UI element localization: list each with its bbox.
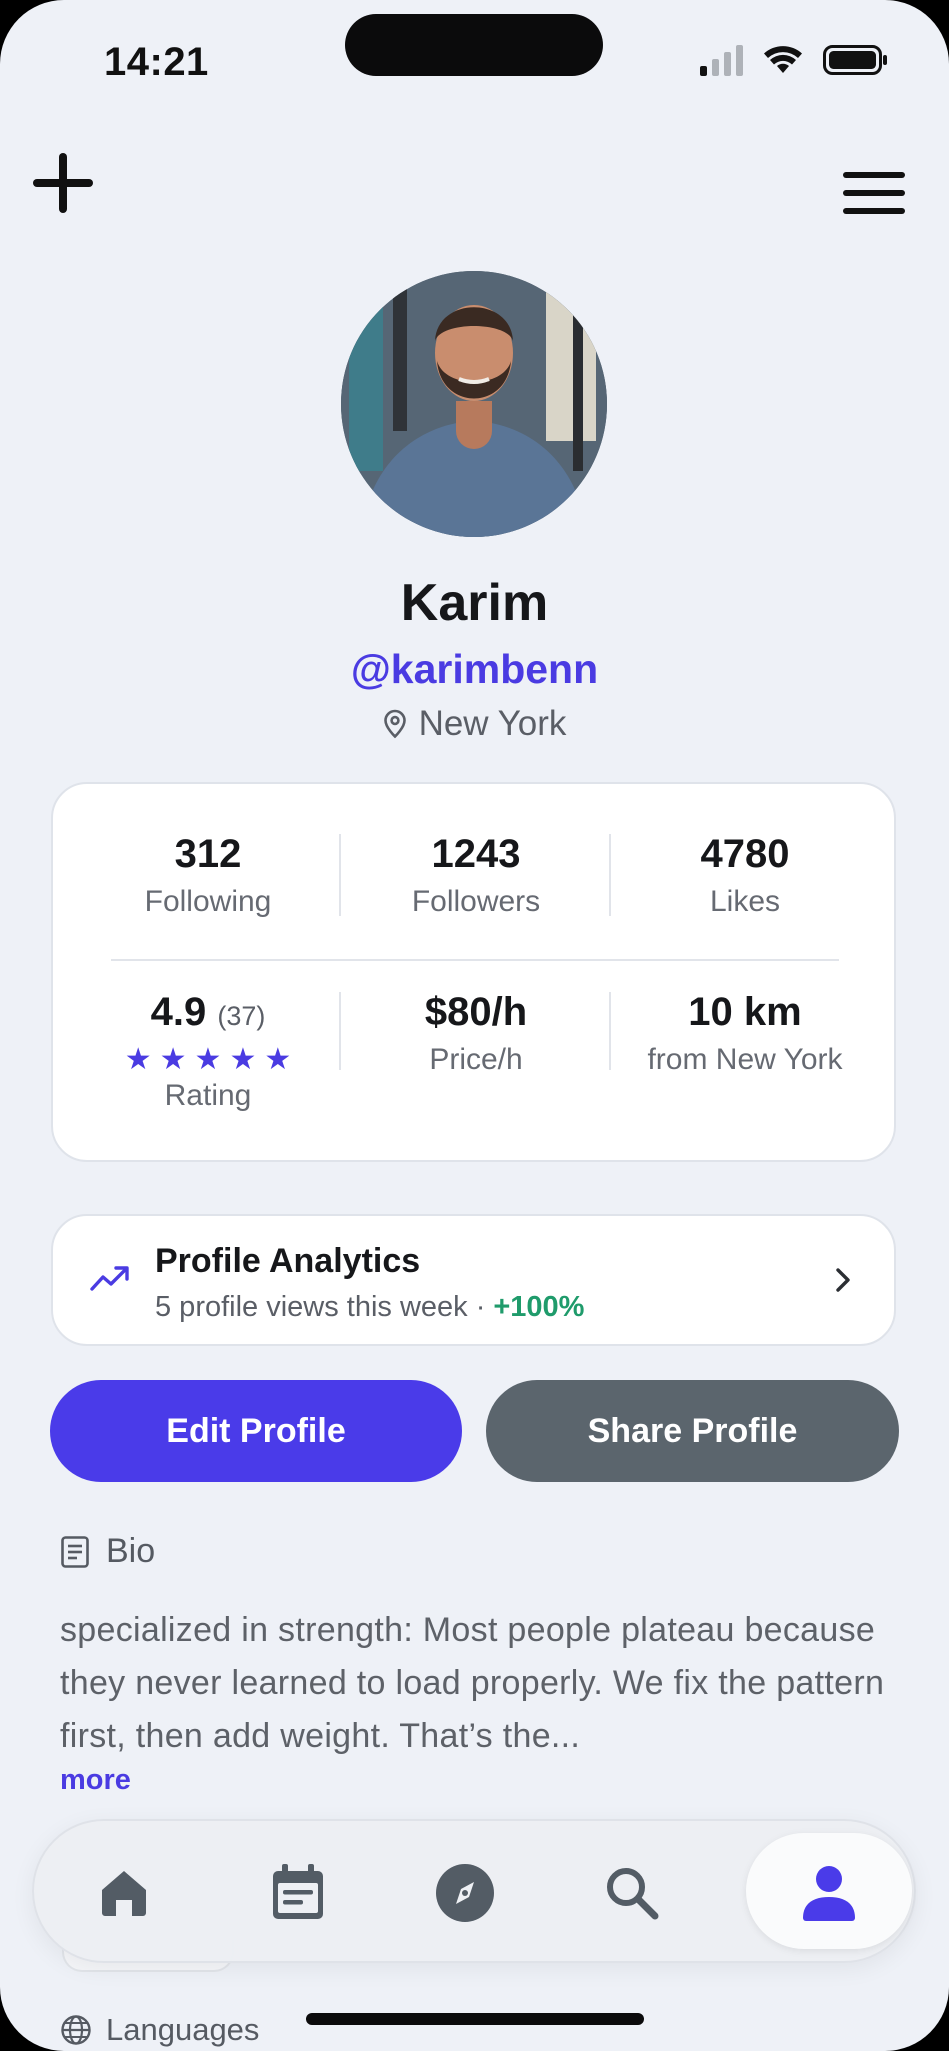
tab-home[interactable] xyxy=(74,1843,174,1943)
tab-explore[interactable] xyxy=(415,1843,515,1943)
stats-card: 312 Following 1243 Followers 4780 Likes … xyxy=(51,782,896,1162)
status-icons xyxy=(700,44,889,76)
bio-heading: Bio xyxy=(60,1532,155,1571)
home-indicator[interactable] xyxy=(306,2013,644,2025)
distance-label: from New York xyxy=(647,1043,843,1076)
price-value: $80/h xyxy=(424,990,528,1034)
stat-distance: 10 km from New York xyxy=(610,990,880,1077)
star-icon: ★ xyxy=(124,1043,152,1076)
likes-count: 4780 xyxy=(700,832,790,876)
analytics-separator: · xyxy=(475,1291,486,1323)
following-label: Following xyxy=(144,885,272,918)
profile-analytics-card[interactable]: Profile Analytics 5 profile views this w… xyxy=(51,1214,896,1346)
tab-calendar[interactable] xyxy=(248,1843,348,1943)
star-icon: ★ xyxy=(159,1043,187,1076)
stat-price: $80/h Price/h xyxy=(341,990,611,1077)
analytics-title: Profile Analytics xyxy=(155,1242,421,1280)
profile-handle[interactable]: @karimbenn xyxy=(0,646,949,693)
distance-value: 10 km xyxy=(688,990,802,1034)
rating-value: 4.9 (37) xyxy=(73,990,343,1035)
likes-label: Likes xyxy=(709,885,781,918)
globe-icon xyxy=(61,2015,91,2045)
chevron-right-icon xyxy=(836,1268,850,1292)
languages-heading: Languages xyxy=(60,2012,259,2048)
rating-stars: ★ ★ ★ ★ ★ xyxy=(73,1045,343,1075)
battery-icon xyxy=(823,45,887,75)
avatar-photo xyxy=(341,271,607,537)
edit-profile-button[interactable]: Edit Profile xyxy=(50,1380,462,1482)
stat-likes[interactable]: 4780 Likes xyxy=(610,832,880,919)
price-label: Price/h xyxy=(429,1043,523,1076)
status-time: 14:21 xyxy=(104,40,209,84)
bio-heading-text: Bio xyxy=(106,1532,156,1570)
stat-following[interactable]: 312 Following xyxy=(73,832,343,919)
stat-followers[interactable]: 1243 Followers xyxy=(341,832,611,919)
calendar-icon xyxy=(273,1864,323,1919)
analytics-subtitle: 5 profile views this week · +100% xyxy=(155,1291,584,1324)
following-count: 312 xyxy=(174,832,242,876)
compass-icon xyxy=(436,1864,494,1922)
stat-rating[interactable]: 4.9 (37) ★ ★ ★ ★ ★ Rating xyxy=(73,990,343,1113)
document-icon xyxy=(61,1535,89,1568)
tab-search[interactable] xyxy=(582,1843,682,1943)
analytics-views: 5 profile views this week xyxy=(155,1291,468,1323)
analytics-growth: +100% xyxy=(493,1291,585,1323)
add-icon[interactable] xyxy=(30,150,96,216)
followers-count: 1243 xyxy=(431,832,521,876)
home-icon xyxy=(102,1871,146,1916)
profile-icon xyxy=(803,1866,855,1921)
followers-label: Followers xyxy=(411,885,541,918)
rating-label: Rating xyxy=(164,1079,252,1112)
trending-up-icon xyxy=(90,1266,129,1291)
profile-location: New York xyxy=(0,704,949,744)
bottom-tab-bar xyxy=(32,1819,916,1963)
star-icon: ★ xyxy=(194,1043,222,1076)
location-text: New York xyxy=(418,704,567,743)
location-pin-icon xyxy=(383,709,406,739)
menu-icon[interactable] xyxy=(841,170,907,216)
rating-number: 4.9 xyxy=(150,990,207,1034)
bio-more-link[interactable]: more xyxy=(60,1764,131,1797)
languages-heading-text: Languages xyxy=(106,2012,260,2047)
rating-count: (37) xyxy=(217,1001,266,1031)
avatar[interactable] xyxy=(341,271,607,537)
bio-text: specialized in strength: Most people pla… xyxy=(60,1611,885,1755)
share-profile-button[interactable]: Share Profile xyxy=(486,1380,899,1482)
signal-icon xyxy=(700,44,743,76)
dynamic-island xyxy=(345,14,603,76)
star-icon: ★ xyxy=(264,1043,292,1076)
profile-name: Karim xyxy=(400,574,549,632)
wifi-icon xyxy=(764,46,802,73)
tab-profile[interactable] xyxy=(779,1843,879,1943)
stats-row-divider xyxy=(111,959,839,961)
search-icon xyxy=(607,1868,659,1920)
star-icon: ★ xyxy=(229,1043,257,1076)
phone-screen: 14:21 Karim @karimbenn New York 312 Foll… xyxy=(0,0,949,2051)
